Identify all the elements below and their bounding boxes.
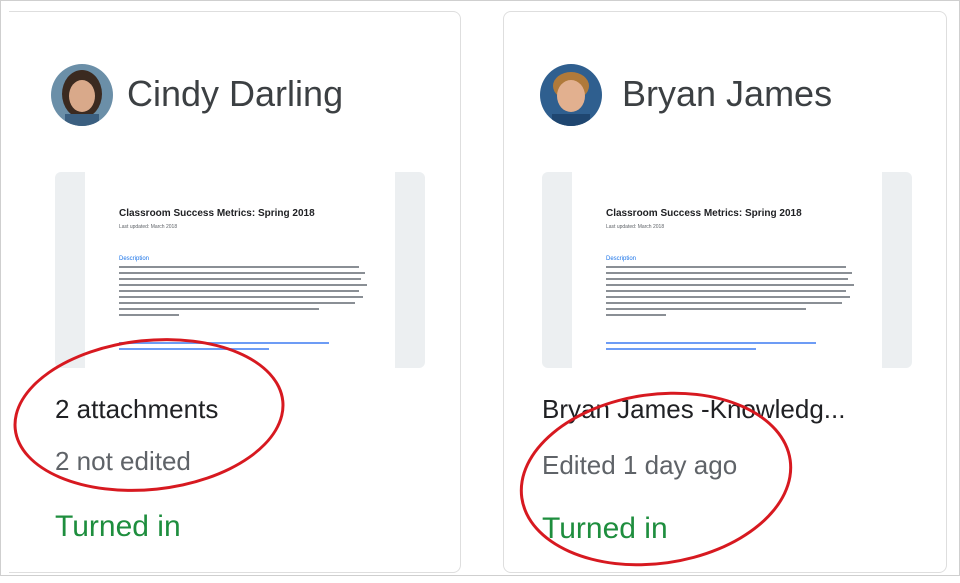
student-photo-icon [540, 64, 602, 126]
text-line [119, 296, 363, 298]
text-line [606, 284, 854, 286]
text-line [119, 278, 361, 280]
document-title: Classroom Success Metrics: Spring 2018 [606, 208, 802, 219]
text-line [606, 290, 846, 292]
text-line [119, 302, 355, 304]
text-line [119, 308, 319, 310]
student-avatar [540, 64, 602, 126]
document-subtitle: Last updated: March 2018 [606, 224, 665, 230]
student-avatar [51, 64, 113, 126]
text-line [119, 314, 179, 316]
document-preview: Classroom Success Metrics: Spring 2018 L… [572, 172, 882, 368]
submission-grid: Cindy Darling Classroom Success Metrics:… [0, 0, 960, 583]
student-card-cindy-darling[interactable]: Cindy Darling Classroom Success Metrics:… [9, 11, 461, 573]
student-name[interactable]: Bryan James [622, 66, 832, 122]
text-line [119, 290, 359, 292]
text-line [606, 302, 842, 304]
document-heading: Description [606, 256, 637, 262]
document-preview: Classroom Success Metrics: Spring 2018 L… [85, 172, 395, 368]
link-line [606, 348, 756, 350]
student-name[interactable]: Cindy Darling [127, 66, 343, 122]
student-photo-icon [51, 64, 113, 126]
text-line [119, 272, 365, 274]
text-line [119, 266, 359, 268]
attachment-thumbnail[interactable]: Classroom Success Metrics: Spring 2018 L… [542, 172, 912, 368]
attachment-thumbnail[interactable]: Classroom Success Metrics: Spring 2018 L… [55, 172, 425, 368]
document-heading: Description [119, 256, 150, 262]
text-line [606, 278, 848, 280]
text-line [606, 266, 846, 268]
text-line [606, 296, 850, 298]
text-line [606, 272, 852, 274]
text-line [606, 308, 806, 310]
text-line [606, 314, 666, 316]
document-subtitle: Last updated: March 2018 [119, 224, 178, 230]
text-line [119, 284, 367, 286]
link-line [606, 342, 816, 344]
document-title: Classroom Success Metrics: Spring 2018 [119, 208, 315, 219]
turned-in-status: Turned in [55, 510, 181, 543]
